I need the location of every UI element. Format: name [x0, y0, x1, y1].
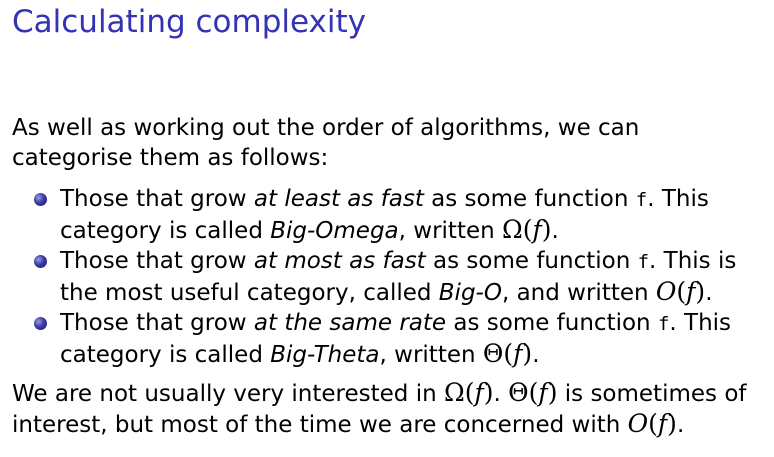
- code-f: f: [657, 313, 670, 335]
- code-f: f: [637, 251, 650, 273]
- bullet-text: as some function: [446, 310, 658, 336]
- bullet-emphasis: at least as fast: [253, 186, 424, 212]
- notation-name: Big-Omega: [270, 218, 399, 244]
- bullet-item-big-theta: Those that grow at the same rate as some…: [0, 308, 760, 370]
- bullet-text: , written: [379, 342, 483, 368]
- math-theta-f: Θ(f): [482, 339, 533, 368]
- math-theta-f: Θ(f): [508, 378, 558, 407]
- bullet-text: Those that grow: [60, 186, 254, 212]
- bullet-text: , written: [398, 218, 503, 244]
- bullet-item-big-omega: Those that grow at least as fast as some…: [0, 184, 760, 246]
- math-omega-f: Ω(f): [502, 215, 552, 244]
- math-o-f: O(f): [627, 409, 677, 438]
- bullet-list: Those that grow at least as fast as some…: [0, 184, 774, 370]
- bullet-emphasis: at most as fast: [253, 248, 426, 274]
- code-f: f: [635, 189, 648, 211]
- bullet-text: as some function: [423, 186, 636, 212]
- bullet-ball-icon: [34, 193, 47, 206]
- bullet-text: .: [551, 218, 559, 244]
- intro-paragraph: As well as working out the order of algo…: [12, 115, 640, 171]
- bullet-text: Those that grow: [60, 248, 254, 274]
- closing-paragraph: We are not usually very interested in Ω(…: [12, 378, 772, 440]
- math-omega-f: Ω(f): [444, 378, 494, 407]
- bullet-ball-icon: [34, 317, 47, 330]
- bullet-item-big-o: Those that grow at most as fast as some …: [0, 246, 760, 308]
- bullet-text: .: [532, 342, 540, 368]
- slide-title: Calculating complexity: [12, 4, 366, 40]
- bullet-text: as some function: [425, 248, 638, 274]
- bullet-ball-icon: [34, 255, 47, 268]
- math-o-f: O(f): [655, 277, 706, 306]
- bullet-emphasis: at the same rate: [253, 310, 447, 336]
- bullet-text: , and written: [501, 280, 656, 306]
- closing-text: .: [676, 412, 685, 438]
- notation-name: Big-Theta: [270, 342, 380, 368]
- closing-text: We are not usually very interested in: [12, 381, 444, 407]
- bullet-text: .: [705, 280, 713, 306]
- closing-text: .: [493, 381, 509, 407]
- notation-name: Big-O: [438, 280, 502, 306]
- bullet-text: Those that grow: [60, 310, 254, 336]
